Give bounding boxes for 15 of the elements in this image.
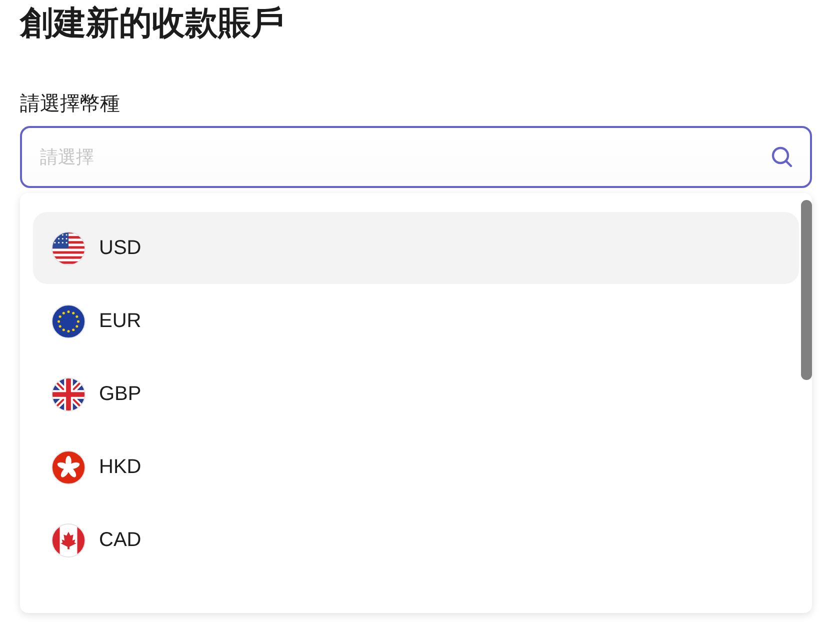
currency-option[interactable]: EUR — [33, 285, 799, 357]
flag-icon — [51, 230, 86, 266]
scrollbar[interactable] — [801, 200, 812, 380]
page-title: 創建新的收款賬戶 — [20, 2, 285, 44]
flag-icon — [51, 522, 86, 558]
flag-icon — [51, 376, 86, 412]
search-icon — [770, 145, 794, 169]
currency-option[interactable]: HKD — [33, 431, 799, 503]
flag-icon — [51, 304, 86, 338]
search-field[interactable]: 請選擇 — [20, 126, 812, 188]
currency-option[interactable]: GBP — [33, 358, 799, 430]
flag-icon — [51, 450, 86, 484]
currency-option[interactable]: CAD — [33, 504, 799, 576]
field-label: 請選擇幣種 — [20, 90, 121, 117]
currency-option[interactable]: USD — [33, 212, 799, 284]
